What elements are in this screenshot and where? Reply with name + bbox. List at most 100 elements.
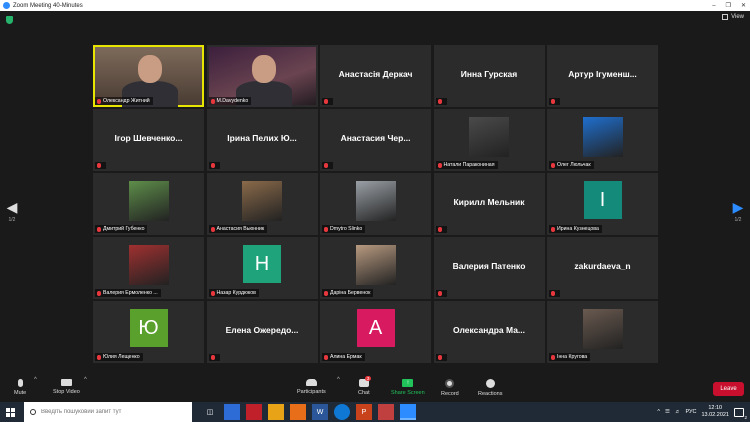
edge-app-icon[interactable] [334,404,350,420]
chat-button[interactable]: 3 Chat [358,376,372,396]
notification-center-icon[interactable]: 2 [734,407,747,420]
word-app-icon[interactable]: W [312,404,328,420]
file-explorer-icon[interactable] [268,404,284,420]
mic-muted-icon [324,163,328,168]
windows-logo-icon [5,407,15,417]
participant-tile[interactable]: А Алина Ермак [320,301,431,363]
participant-tile[interactable]: Анастасия Вьюнник [206,173,318,235]
participants-options-caret[interactable]: ^ [337,377,340,383]
security-shield-icon[interactable] [6,16,13,24]
participant-tile[interactable]: Натали Паракониная [433,109,545,171]
restore-button[interactable]: ❐ [726,2,731,9]
participant-name-label [435,226,447,233]
mute-button[interactable]: Mute [14,379,26,396]
participant-display-name: Инна Гурская [460,69,518,79]
task-view-icon[interactable]: ◫ [202,404,218,420]
mic-muted-icon [210,226,215,232]
clock[interactable]: 12:10 13.02.2021 [701,405,729,419]
participant-display-name: Анастасия Чер... [340,133,411,143]
participant-tile[interactable]: Кирилл Мельник [433,173,545,235]
network-icon[interactable]: ☰ [665,409,670,415]
meeting-topbar: View [0,11,750,31]
participant-tile[interactable]: Инна Гурская [433,45,545,107]
stop-video-button[interactable]: Stop Video [53,379,80,395]
participant-tile[interactable]: Артур Ігуменш... [547,45,658,107]
prev-page-button[interactable]: ◀ 1/2 [6,199,18,223]
windows-taskbar: ◫ W P ^ ☰ ♬ РУС 12:10 13.02.2021 2 [0,402,750,422]
participant-name: Дарiна Бервенок [330,290,371,296]
participant-tile[interactable]: Елена Ожередо... [206,301,318,363]
pdf-app-icon[interactable] [378,404,394,420]
mic-muted-icon [324,99,328,104]
next-page-button[interactable]: ▶ 1/2 [732,199,744,223]
mic-muted-icon [551,354,555,360]
record-label: Record [441,391,459,397]
share-screen-button[interactable]: ↑ Share Screen [391,379,425,396]
mic-muted-icon [437,99,442,104]
start-button[interactable] [0,402,20,422]
participant-tile[interactable]: M.Davydenko [206,45,318,107]
participant-name: Алина Ермак [330,354,362,360]
participant-tile[interactable]: Ю Юлия Лещенко [93,301,204,363]
participant-profile-photo [582,117,623,157]
powerpoint-app-icon[interactable]: P [356,404,372,420]
close-button[interactable]: ✕ [741,2,746,9]
participant-name: Олександр Житний [103,98,150,104]
view-button[interactable]: View [722,14,744,20]
mic-muted-icon [551,291,555,296]
antivirus-app-icon[interactable] [246,404,262,420]
participant-tile[interactable]: Анастасія Деркач [320,45,431,107]
chat-badge: 3 [364,376,372,381]
participant-tile[interactable]: Валерия Ермоленко ... [93,237,204,299]
mic-muted-icon [437,162,442,168]
taskbar-search-input[interactable] [41,409,191,415]
language-indicator[interactable]: РУС [685,409,696,415]
mic-muted-icon [437,227,442,232]
clock-date: 13.02.2021 [701,412,729,418]
participant-name: Дмитрий Губенко [103,226,145,232]
participant-tile[interactable]: Ірина Пелих Ю... [206,109,318,171]
mic-muted-icon [210,290,215,296]
clock-time: 12:10 [708,405,723,411]
participant-tile[interactable]: Олег Люльчак [547,109,658,171]
participant-tile[interactable]: Олександр Житний [93,45,204,107]
participant-tile[interactable]: zakurdaeva_n [547,237,658,299]
participant-profile-photo [242,181,282,221]
participant-display-name: Ірина Пелих Ю... [227,133,297,143]
participant-name: Інна Кругова [557,354,588,360]
mute-label: Mute [14,390,27,396]
participant-name: Анастасия Вьюнник [216,226,265,232]
minimize-button[interactable]: – [712,3,715,9]
participant-tile[interactable]: Анастасия Чер... [320,109,431,171]
mic-muted-icon [97,290,101,296]
participant-tile[interactable]: H Назар Курдюков [206,237,318,299]
participant-tile[interactable]: Ігор Шевченко... [93,109,204,171]
taskbar-search[interactable] [24,402,192,422]
participant-avatar-letter: I [583,181,622,219]
participant-tile[interactable]: Валерия Патенко [433,237,545,299]
participant-tile[interactable]: Dmytro Slinko [320,173,431,235]
participants-button[interactable]: 49 Participants [297,379,326,395]
firefox-app-icon[interactable] [290,404,306,420]
participant-display-name: Олександра Ма... [452,325,526,335]
participant-name-label: Натали Паракониная [435,161,498,169]
video-options-caret[interactable]: ^ [84,377,87,383]
record-button[interactable]: Record [441,379,459,397]
audio-options-caret[interactable]: ^ [34,377,37,383]
reactions-button[interactable]: Reactions [478,379,502,397]
store-app-icon[interactable] [224,404,240,420]
participant-tile[interactable]: Олександра Ма... [433,301,545,363]
volume-icon[interactable]: ♬ [675,409,681,415]
participant-tile[interactable]: I Ирина Кузнецова [547,173,658,235]
participant-name-label [208,162,220,169]
share-screen-icon: ↑ [402,379,414,387]
share-screen-label: Share Screen [391,390,425,396]
tray-chevron-icon[interactable]: ^ [657,409,660,415]
mic-muted-icon [324,354,328,360]
person-head [138,55,162,83]
leave-button[interactable]: Leave [713,382,744,396]
participant-tile[interactable]: Дмитрий Губенко [93,173,204,235]
zoom-taskbar-icon[interactable] [400,404,416,420]
participant-tile[interactable]: Інна Кругова [547,301,658,363]
participant-tile[interactable]: Дарiна Бервенок [320,237,431,299]
